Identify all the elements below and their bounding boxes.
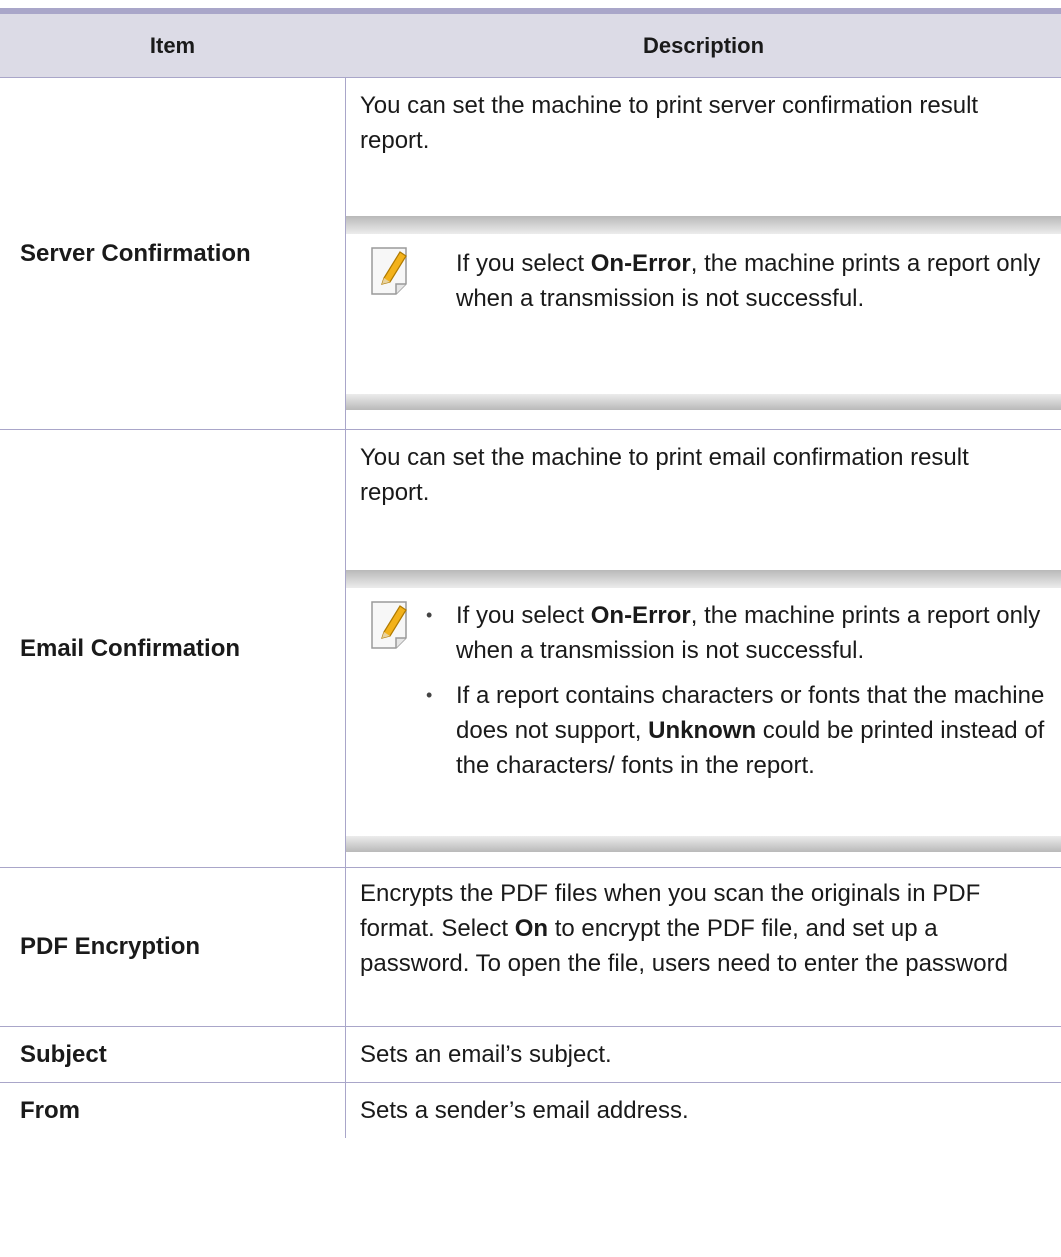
- item-server-confirmation: Server Confirmation: [20, 239, 251, 267]
- item-subject: Subject: [20, 1040, 107, 1068]
- table-row: From Sets a sender’s email address.: [0, 1083, 1061, 1138]
- item-email-confirmation: Email Confirmation: [20, 634, 241, 662]
- note-pencil-icon: [370, 600, 414, 650]
- description-subject: Sets an email’s subject.: [360, 1041, 612, 1068]
- item-from: From: [20, 1096, 80, 1124]
- column-divider: [345, 78, 346, 1138]
- description-from: Sets a sender’s email address.: [360, 1097, 689, 1124]
- table-header-row: Item Description: [0, 14, 1061, 78]
- note-bullet-list: If you select On-Error, the machine prin…: [418, 598, 1058, 783]
- description-email-confirmation: You can set the machine to print email c…: [360, 444, 969, 506]
- table-row: Server Confirmation You can set the mach…: [0, 78, 1061, 430]
- note-box: If you select On-Error, the machine prin…: [346, 216, 1061, 410]
- note-bullet: If you select On-Error, the machine prin…: [418, 598, 1058, 668]
- header-item: Item: [149, 32, 196, 58]
- description-pdf-encryption: Encrypts the PDF files when you scan the…: [360, 880, 1008, 977]
- table-row: PDF Encryption Encrypts the PDF files wh…: [0, 868, 1061, 1027]
- note-pencil-icon: [370, 246, 414, 296]
- note-bullet: If a report contains characters or fonts…: [418, 678, 1058, 783]
- note-box: If you select On-Error, the machine prin…: [346, 570, 1061, 852]
- header-description: Description: [642, 32, 765, 58]
- item-pdf-encryption: PDF Encryption: [20, 933, 201, 960]
- note-text: If you select On-Error, the machine prin…: [456, 250, 1041, 312]
- description-server-confirmation: You can set the machine to print server …: [360, 92, 979, 154]
- table-row: Email Confirmation You can set the machi…: [0, 430, 1061, 868]
- table-row: Subject Sets an email’s subject.: [0, 1027, 1061, 1083]
